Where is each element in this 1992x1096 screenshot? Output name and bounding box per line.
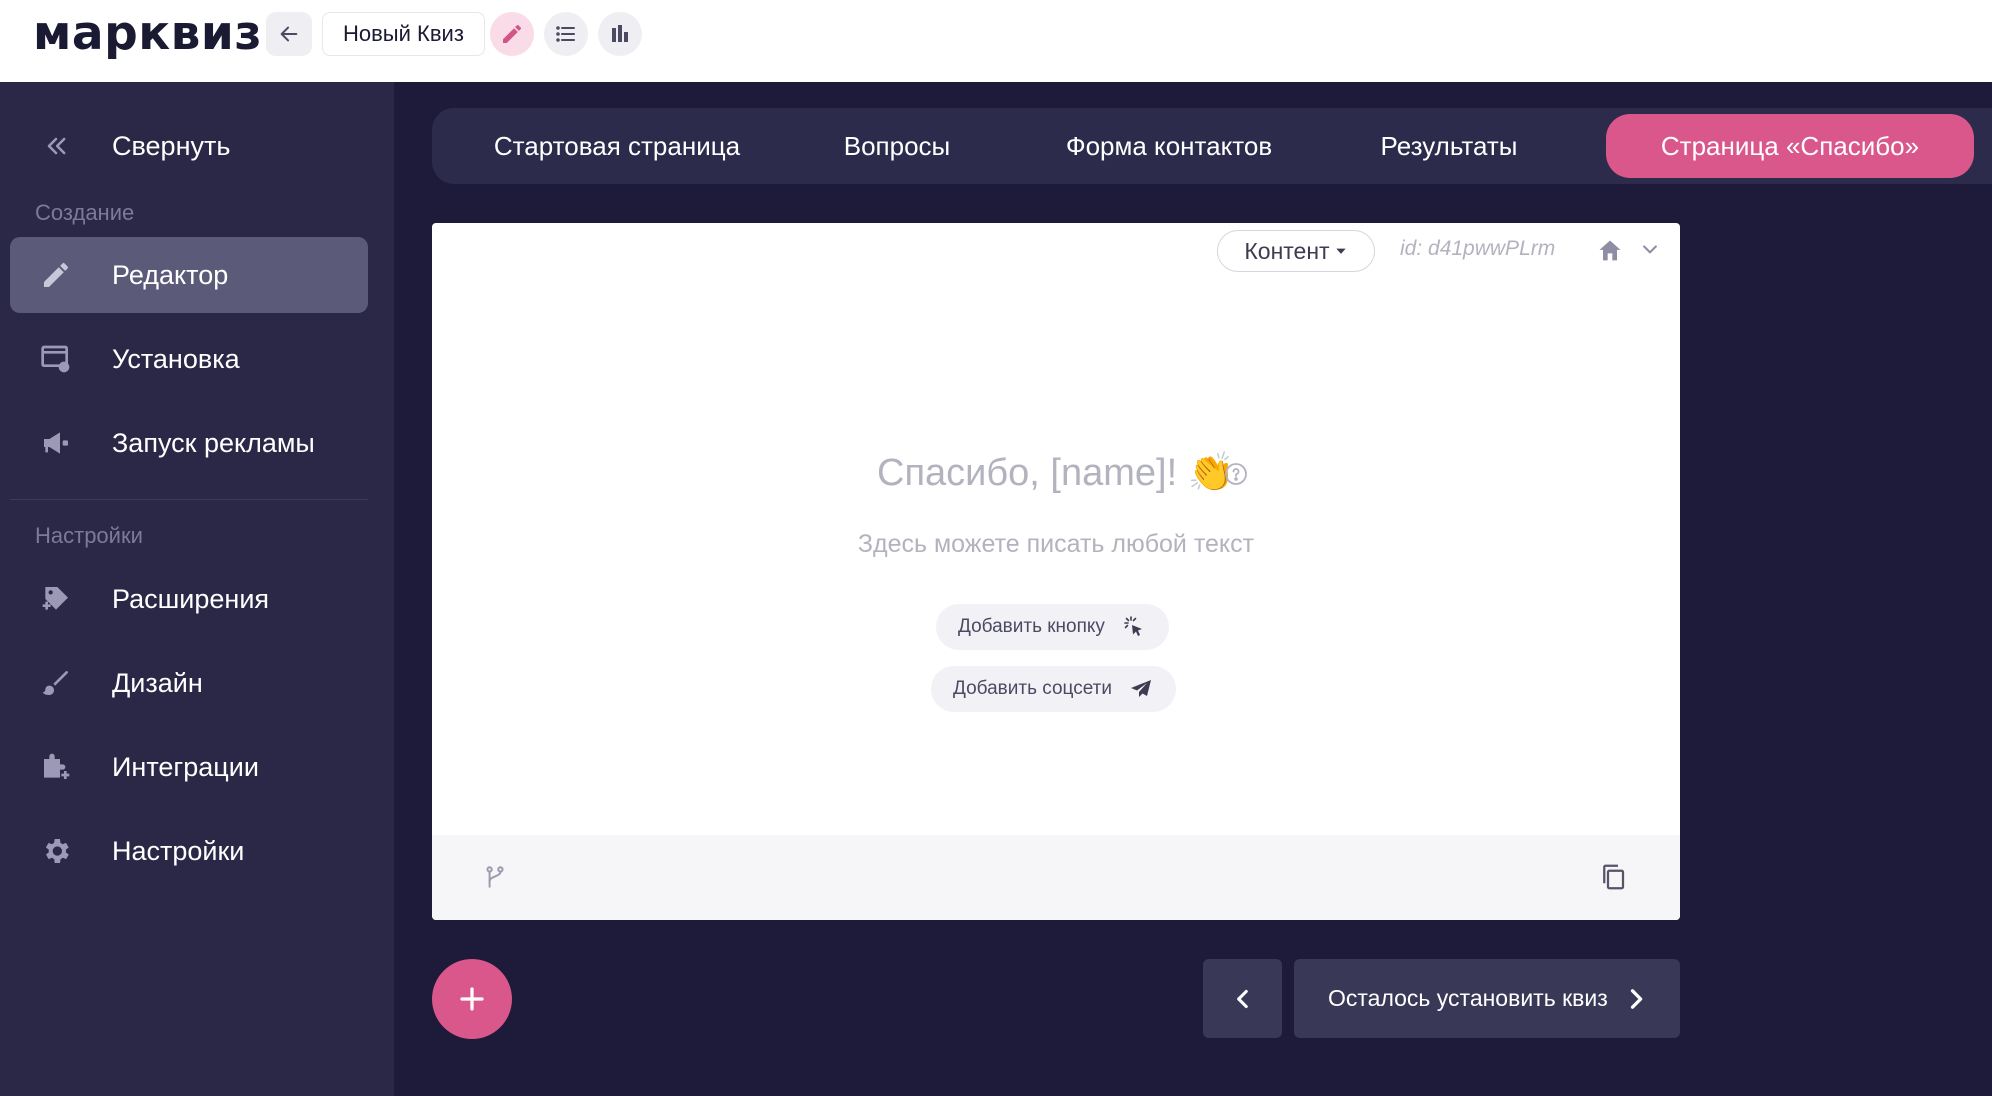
list-icon xyxy=(556,26,575,42)
home-icon[interactable] xyxy=(1596,237,1624,265)
tab-contact-form[interactable]: Форма контактов xyxy=(1044,114,1294,178)
pencil-icon xyxy=(34,253,78,297)
tab-thank-you-page[interactable]: Страница «Спасибо» xyxy=(1606,114,1974,178)
sidebar-item-label: Настройки xyxy=(112,835,245,866)
help-icon[interactable] xyxy=(1224,462,1248,486)
edit-mode-button[interactable] xyxy=(490,12,534,56)
next-step-button[interactable]: Осталось установить квиз xyxy=(1294,959,1680,1038)
section-settings-label: Настройки xyxy=(35,523,143,548)
next-step-label: Осталось установить квиз xyxy=(1328,985,1608,1011)
sidebar-item-design[interactable]: Дизайн xyxy=(10,645,368,721)
card-id: id: d41pwwPLrm xyxy=(1400,237,1556,260)
sidebar-item-ads[interactable]: Запуск рекламы xyxy=(10,405,368,481)
sidebar-collapse[interactable]: Свернуть xyxy=(10,108,368,184)
sidebar-item-label: Редактор xyxy=(112,259,229,290)
sidebar-item-settings[interactable]: Настройки xyxy=(10,813,368,889)
paper-plane-icon xyxy=(1128,676,1154,702)
thank-you-card: Контент id: d41pwwPLrm Спасибо, [name]! … xyxy=(432,223,1680,920)
add-button-button[interactable]: Добавить кнопку xyxy=(936,604,1169,650)
questions-list-button[interactable] xyxy=(544,12,588,56)
sidebar-item-install[interactable]: Установка xyxy=(10,321,368,397)
caret-down-icon xyxy=(1335,248,1346,254)
card-footer xyxy=(432,835,1680,920)
previous-button[interactable] xyxy=(1203,959,1282,1038)
tab-results[interactable]: Результаты xyxy=(1354,114,1544,178)
tab-start-page[interactable]: Стартовая страница xyxy=(462,114,772,178)
extensions-icon xyxy=(34,577,78,621)
thank-you-subtitle[interactable]: Здесь можете писать любой текст xyxy=(432,530,1480,559)
add-social-button[interactable]: Добавить соцсети xyxy=(931,666,1176,712)
sidebar-item-editor[interactable]: Редактор xyxy=(10,237,368,313)
pencil-icon xyxy=(503,24,522,43)
content-dropdown-label: Контент xyxy=(1244,237,1330,264)
bar-chart-icon xyxy=(612,25,628,42)
sidebar-item-label: Установка xyxy=(112,343,240,374)
content-dropdown[interactable]: Контент xyxy=(1217,230,1375,272)
editor-tabs: Стартовая страница Вопросы Форма контакт… xyxy=(432,108,1992,184)
branch-icon[interactable] xyxy=(482,863,508,891)
tab-questions[interactable]: Вопросы xyxy=(822,114,972,178)
double-chevron-left-icon xyxy=(34,124,78,168)
brush-icon xyxy=(34,661,78,705)
top-bar: марквиз Новый Квиз xyxy=(0,0,1992,82)
back-button[interactable] xyxy=(266,12,312,56)
add-social-label: Добавить соцсети xyxy=(953,678,1112,699)
quiz-name[interactable]: Новый Квиз xyxy=(322,12,485,56)
plus-icon xyxy=(460,987,484,1011)
install-icon xyxy=(34,337,78,381)
sidebar: Свернуть Создание Редактор Установка Зап… xyxy=(0,82,394,1096)
add-button-label: Добавить кнопку xyxy=(958,616,1105,637)
cursor-click-icon xyxy=(1121,614,1147,640)
integrations-icon xyxy=(34,745,78,789)
sidebar-item-label: Запуск рекламы xyxy=(112,427,315,458)
logo[interactable]: марквиз xyxy=(33,6,262,62)
sidebar-item-integrations[interactable]: Интеграции xyxy=(10,729,368,805)
chevron-right-icon xyxy=(1630,989,1643,1009)
chevron-down-icon[interactable] xyxy=(1640,239,1660,259)
megaphone-icon xyxy=(34,421,78,465)
chevron-left-icon xyxy=(1236,989,1248,1008)
thank-you-title[interactable]: Спасибо, [name]! 👏 xyxy=(432,451,1680,495)
section-create-label: Создание xyxy=(35,200,135,225)
sidebar-item-label: Дизайн xyxy=(112,667,203,698)
gear-icon xyxy=(34,829,78,873)
arrow-left-icon xyxy=(280,26,298,42)
copy-icon[interactable] xyxy=(1598,862,1628,892)
stats-button[interactable] xyxy=(598,12,642,56)
add-page-button[interactable] xyxy=(432,959,512,1039)
sidebar-collapse-label: Свернуть xyxy=(112,130,231,161)
sidebar-item-label: Интеграции xyxy=(112,751,259,782)
sidebar-item-label: Расширения xyxy=(112,583,270,614)
sidebar-divider xyxy=(10,499,368,500)
sidebar-item-extensions[interactable]: Расширения xyxy=(10,561,368,637)
